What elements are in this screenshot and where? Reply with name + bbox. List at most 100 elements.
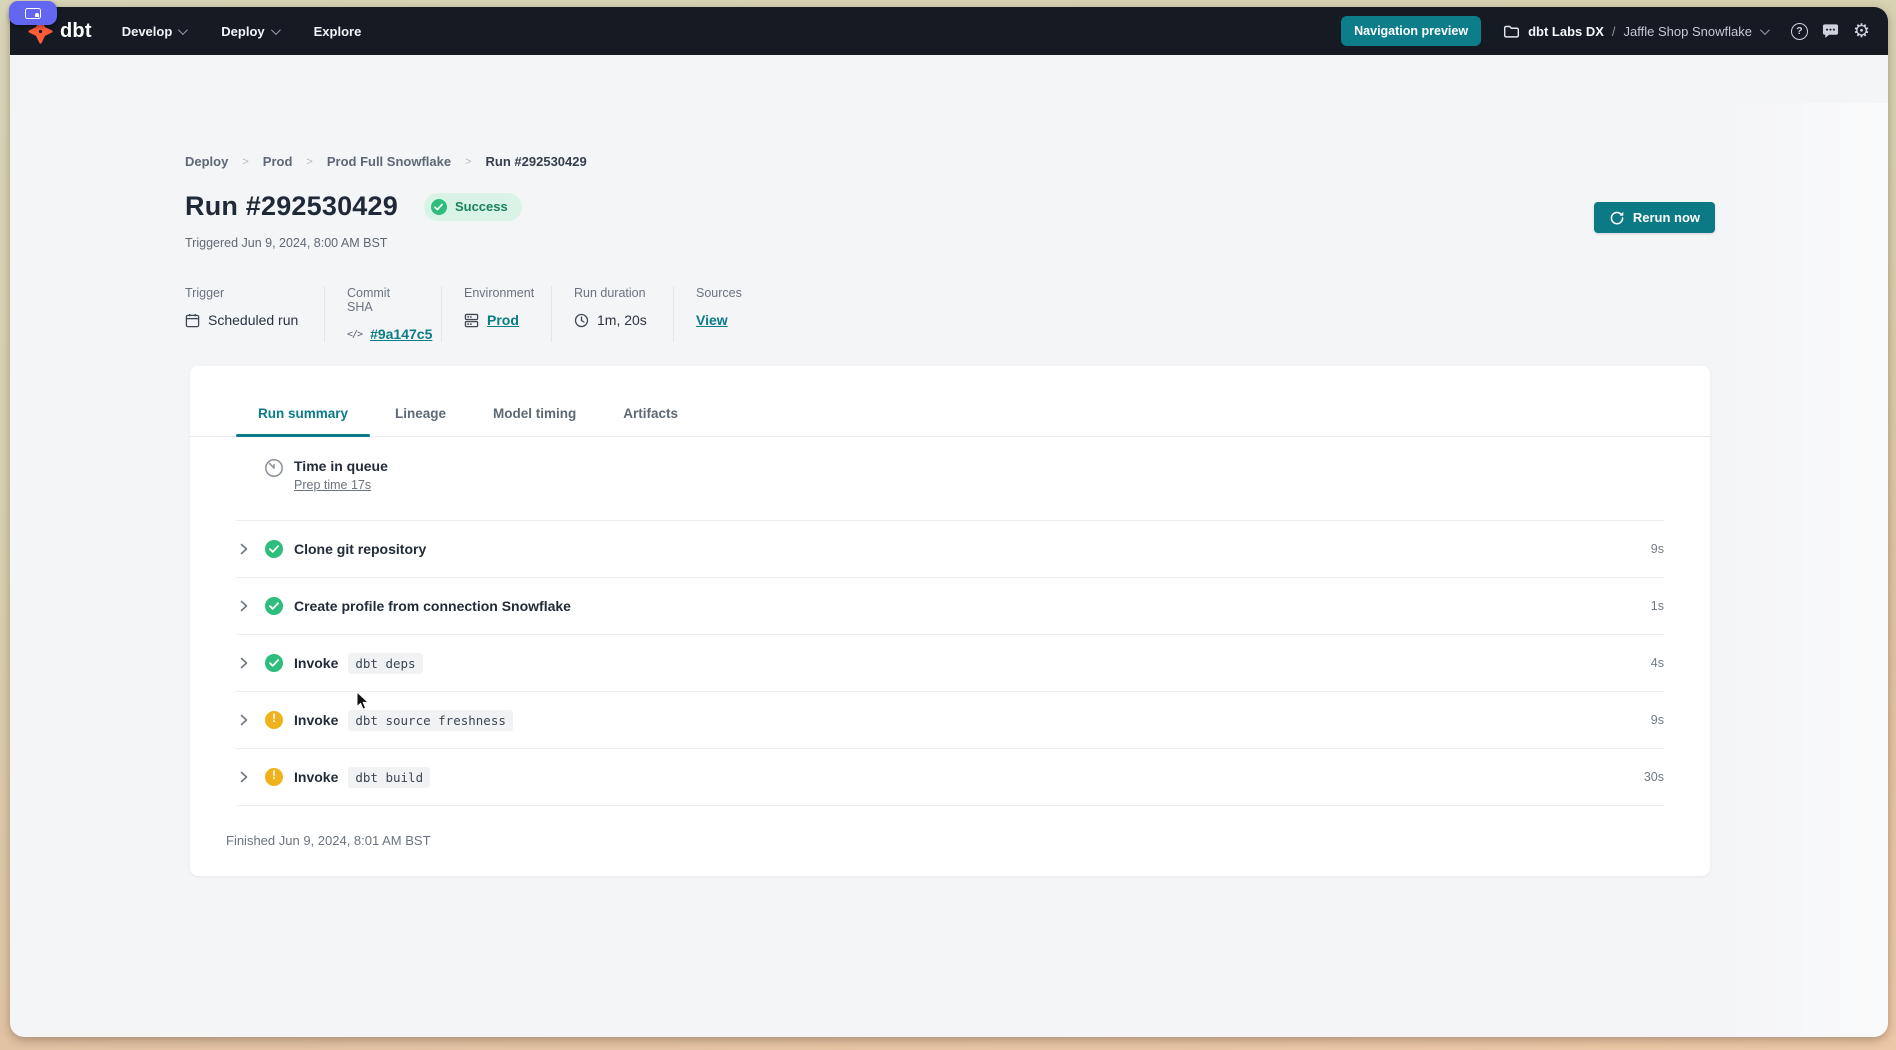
step-status-icon: ! (265, 540, 283, 558)
meta-trigger-label: Trigger (185, 286, 302, 300)
calendar-icon (185, 313, 200, 328)
breadcrumb: Deploy > Prod > Prod Full Snowflake > Ru… (185, 154, 587, 169)
nav-menu-explore[interactable]: Explore (314, 24, 362, 39)
meta-commit: Commit SHA </> #9a147c5 (347, 286, 442, 342)
tab-model-timing[interactable]: Model timing (471, 390, 598, 436)
mouse-cursor (356, 691, 370, 711)
navigation-preview-button[interactable]: Navigation preview (1341, 16, 1481, 46)
prep-time-link[interactable]: Prep time 17s (294, 478, 388, 492)
step-row-clone-git[interactable]: ! Clone git repository 9s (236, 521, 1664, 578)
nav-menu-develop-label: Develop (122, 24, 173, 39)
environment-link[interactable]: Prod (487, 312, 519, 328)
nav-menu-explore-label: Explore (314, 24, 362, 39)
step-duration: 9s (1651, 542, 1664, 556)
tab-lineage[interactable]: Lineage (373, 390, 468, 436)
account-separator: / (1612, 24, 1616, 39)
triggered-timestamp: Triggered Jun 9, 2024, 8:00 AM BST (185, 236, 387, 250)
meta-duration: Run duration 1m, 20s (574, 286, 674, 342)
breadcrumb-deploy[interactable]: Deploy (185, 154, 228, 169)
sources-view-link[interactable]: View (696, 312, 728, 328)
meta-sources: Sources View (696, 286, 752, 342)
step-row-dbt-deps[interactable]: ! Invoke dbt deps 4s (236, 635, 1664, 692)
step-command: dbt source freshness (348, 710, 513, 731)
expand-chevron-icon[interactable] (240, 543, 250, 555)
feedback-icon[interactable] (1821, 23, 1840, 40)
status-badge: Success (424, 193, 522, 221)
help-icon[interactable]: ? (1791, 23, 1808, 40)
commit-sha-link[interactable]: #9a147c5 (370, 326, 432, 342)
breadcrumb-job[interactable]: Prod Full Snowflake (327, 154, 451, 169)
screen-glare (1718, 103, 1888, 1037)
meta-environment-label: Environment (464, 286, 529, 300)
meta-trigger-value: Scheduled run (208, 312, 298, 328)
step-status-icon: ! (265, 768, 283, 786)
success-check-icon (431, 199, 447, 215)
expand-chevron-icon[interactable] (240, 771, 250, 783)
clock-icon (574, 313, 589, 328)
finished-timestamp: Finished Jun 9, 2024, 8:01 AM BST (190, 806, 1710, 848)
run-summary-card: Run summary Lineage Model timing Artifac… (190, 366, 1710, 876)
account-name: dbt Labs DX (1528, 24, 1604, 39)
run-tabs: Run summary Lineage Model timing Artifac… (190, 366, 1710, 437)
page-title: Run #292530429 (185, 191, 398, 222)
meta-duration-label: Run duration (574, 286, 651, 300)
run-metadata: Trigger Scheduled run Commit SHA </> #9a… (185, 286, 774, 342)
run-steps-list: Time in queue Prep time 17s ! Clone git … (190, 437, 1710, 806)
step-title: Invoke (294, 769, 338, 785)
breadcrumb-run: Run #292530429 (486, 154, 587, 169)
step-duration: 1s (1651, 599, 1664, 613)
rerun-now-label: Rerun now (1633, 210, 1700, 225)
step-command: dbt build (348, 767, 430, 788)
step-duration: 30s (1644, 770, 1664, 784)
settings-gear-icon[interactable]: ⚙ (1853, 22, 1870, 41)
top-navbar: dbt Develop Deploy Explore Navigation pr… (10, 7, 1888, 55)
step-duration: 4s (1651, 656, 1664, 670)
chevron-down-icon (271, 25, 281, 35)
step-row-dbt-build[interactable]: ! Invoke dbt build 30s (236, 749, 1664, 806)
step-row-dbt-source-freshness[interactable]: ! Invoke dbt source freshness 9s (236, 692, 1664, 749)
navbar-icons: ? ⚙ (1791, 22, 1870, 41)
environment-icon (464, 313, 479, 328)
step-status-icon: ! (265, 654, 283, 672)
meta-environment: Environment Prod (464, 286, 552, 342)
expand-chevron-icon[interactable] (240, 600, 250, 612)
chevron-down-icon (178, 25, 188, 35)
tab-run-summary[interactable]: Run summary (236, 390, 370, 436)
step-title: Clone git repository (294, 541, 426, 557)
dbt-logo-text: dbt (60, 20, 92, 43)
time-in-queue-title: Time in queue (294, 458, 388, 474)
nav-menu-deploy[interactable]: Deploy (221, 24, 277, 39)
run-details-page: Deploy > Prod > Prod Full Snowflake > Ru… (10, 55, 1888, 1037)
project-name: Jaffle Shop Snowflake (1624, 24, 1752, 39)
meta-commit-label: Commit SHA (347, 286, 419, 314)
account-switcher[interactable]: dbt Labs DX / Jaffle Shop Snowflake (1503, 24, 1767, 39)
navbar-right: Navigation preview dbt Labs DX / Jaffle … (1341, 16, 1870, 46)
status-badge-label: Success (455, 199, 508, 214)
step-duration: 9s (1651, 713, 1664, 727)
breadcrumb-separator: > (465, 156, 471, 168)
meta-sources-label: Sources (696, 286, 730, 300)
breadcrumb-prod[interactable]: Prod (263, 154, 293, 169)
breadcrumb-separator: > (242, 156, 248, 168)
step-title: Invoke (294, 655, 338, 671)
nav-menus: Develop Deploy Explore (122, 24, 362, 39)
tab-artifacts[interactable]: Artifacts (601, 390, 700, 436)
rerun-now-button[interactable]: Rerun now (1594, 202, 1715, 233)
breadcrumb-separator: > (306, 156, 312, 168)
expand-chevron-icon[interactable] (240, 714, 250, 726)
time-in-queue-section: Time in queue Prep time 17s (236, 437, 1664, 521)
step-title: Invoke (294, 712, 338, 728)
meta-trigger: Trigger Scheduled run (185, 286, 325, 342)
step-row-create-profile[interactable]: ! Create profile from connection Snowfla… (236, 578, 1664, 635)
app-window: dbt Develop Deploy Explore Navigation pr… (10, 7, 1888, 1037)
refresh-icon (1609, 210, 1625, 226)
screen-person-icon (25, 8, 41, 19)
nav-menu-develop[interactable]: Develop (122, 24, 186, 39)
expand-chevron-icon[interactable] (240, 657, 250, 669)
step-command: dbt deps (348, 653, 422, 674)
meta-duration-value: 1m, 20s (597, 312, 647, 328)
screen-share-badge[interactable] (9, 1, 57, 25)
chevron-down-icon (1760, 25, 1770, 35)
folder-icon (1503, 24, 1520, 39)
queue-clock-icon (264, 458, 284, 478)
